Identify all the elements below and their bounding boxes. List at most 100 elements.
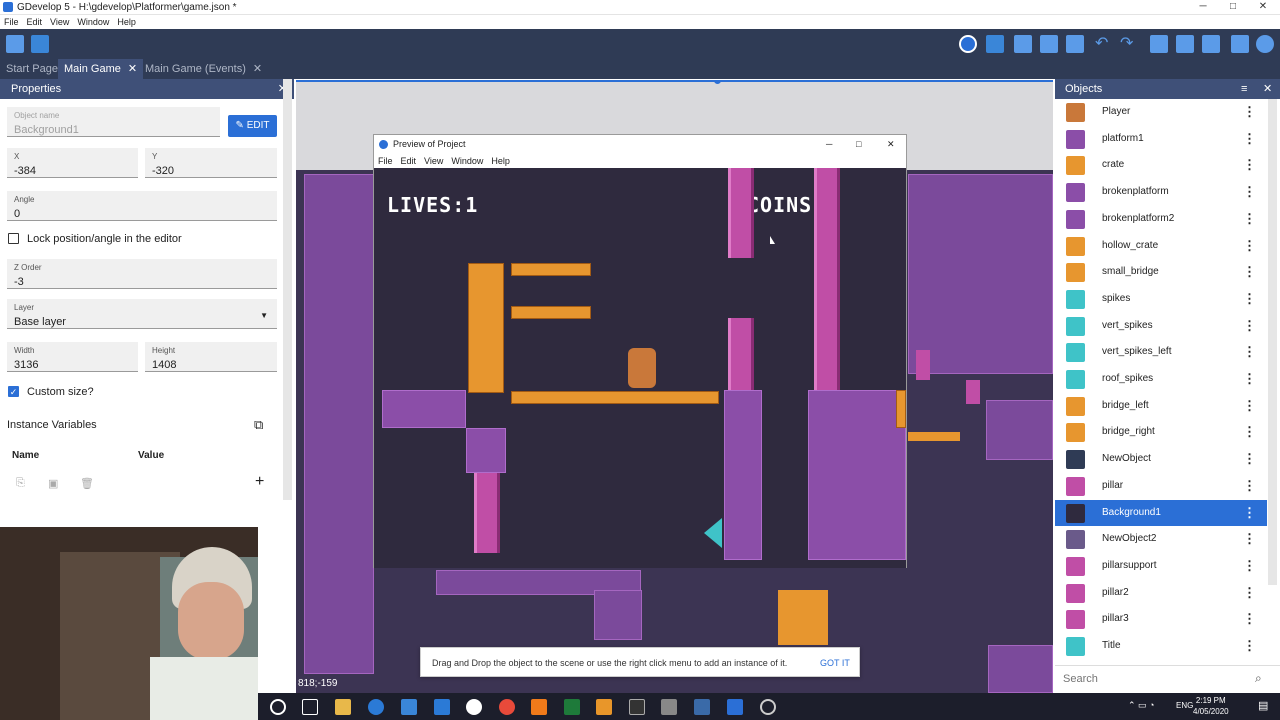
language-indicator[interactable]: ENG — [1176, 701, 1193, 710]
more-options-icon[interactable]: ⋮ — [1243, 131, 1256, 147]
object-list-item[interactable]: vert_spikes ⋮ — [1055, 313, 1267, 339]
menu-edit[interactable]: Edit — [23, 15, 47, 29]
more-options-icon[interactable]: ⋮ — [1243, 558, 1256, 574]
object-list-item[interactable]: vert_spikes_left ⋮ — [1055, 339, 1267, 365]
notifications-icon[interactable]: ▤ — [1258, 699, 1268, 712]
menu-file[interactable]: File — [0, 15, 23, 29]
object-list-item[interactable]: Player ⋮ — [1055, 99, 1267, 125]
copy-icon[interactable]: ⎘ — [16, 477, 25, 490]
object-list-item[interactable]: NewObject ⋮ — [1055, 446, 1267, 472]
x-field[interactable]: X -384 — [7, 148, 138, 178]
scene-icon[interactable] — [31, 35, 49, 53]
more-options-icon[interactable]: ⋮ — [1243, 104, 1256, 120]
preview-menu-window[interactable]: Window — [447, 154, 487, 168]
more-options-icon[interactable]: ⋮ — [1243, 211, 1256, 227]
lock-checkbox[interactable] — [8, 233, 19, 244]
angle-field[interactable]: Angle 0 — [7, 191, 277, 221]
object-list-item[interactable]: bridge_left ⋮ — [1055, 393, 1267, 419]
properties-scrollbar[interactable] — [283, 79, 292, 500]
task-view-icon[interactable] — [302, 699, 318, 715]
object-list-item[interactable]: platform1 ⋮ — [1055, 126, 1267, 152]
object-list-item[interactable]: spikes ⋮ — [1055, 286, 1267, 312]
object-list-item[interactable]: brokenplatform ⋮ — [1055, 179, 1267, 205]
terminal-icon[interactable] — [629, 699, 645, 715]
mail-icon[interactable] — [434, 699, 450, 715]
store-icon[interactable] — [401, 699, 417, 715]
game-canvas[interactable]: LIVES:1 COINS:0 — [374, 168, 906, 568]
object-groups-icon[interactable] — [1014, 35, 1032, 53]
grid-icon[interactable] — [1231, 35, 1249, 53]
height-field[interactable]: Height 1408 — [145, 342, 277, 372]
menu-view[interactable]: View — [46, 15, 73, 29]
more-options-icon[interactable]: ⋮ — [1243, 344, 1256, 360]
object-list-item[interactable]: pillar ⋮ — [1055, 473, 1267, 499]
edge-icon[interactable] — [368, 699, 384, 715]
events-icon[interactable] — [1176, 35, 1194, 53]
object-list-item[interactable]: small_bridge ⋮ — [1055, 259, 1267, 285]
gdevelop-taskbar-icon[interactable] — [727, 699, 743, 715]
filter-icon[interactable]: ≡ — [1241, 79, 1247, 99]
more-options-icon[interactable]: ⋮ — [1243, 238, 1256, 254]
undo-icon[interactable]: ↶ — [1095, 35, 1113, 53]
more-options-icon[interactable]: ⋮ — [1243, 157, 1256, 173]
more-options-icon[interactable]: ⋮ — [1243, 371, 1256, 387]
more-options-icon[interactable]: ⋮ — [1243, 264, 1256, 280]
object-search-input[interactable] — [1063, 670, 1243, 688]
close-window-button[interactable]: ✕ — [1248, 0, 1278, 15]
preview-play-icon[interactable] — [959, 35, 977, 53]
objects-scrollbar[interactable] — [1268, 99, 1277, 585]
more-options-icon[interactable]: ⋮ — [1243, 611, 1256, 627]
object-list-item[interactable]: crate ⋮ — [1055, 152, 1267, 178]
more-options-icon[interactable]: ⋮ — [1243, 291, 1256, 307]
zoom-icon[interactable] — [1256, 35, 1274, 53]
more-options-icon[interactable]: ⋮ — [1243, 531, 1256, 547]
more-options-icon[interactable]: ⋮ — [1243, 398, 1256, 414]
tab-main-game-events[interactable]: Main Game (Events) ✕ — [139, 59, 268, 79]
app-icon[interactable] — [531, 699, 547, 715]
properties-icon[interactable] — [1040, 35, 1058, 53]
redo-icon[interactable]: ↷ — [1120, 35, 1138, 53]
tab-main-game[interactable]: Main Game ✕ — [58, 59, 144, 79]
open-external-icon[interactable]: ⧉ — [254, 417, 263, 433]
object-list-item[interactable]: pillar2 ⋮ — [1055, 580, 1267, 606]
app-icon[interactable] — [661, 699, 677, 715]
custom-size-checkbox[interactable]: ✓ — [8, 386, 19, 397]
more-options-icon[interactable]: ⋮ — [1243, 451, 1256, 467]
more-options-icon[interactable]: ⋮ — [1243, 585, 1256, 601]
more-options-icon[interactable]: ⋮ — [1243, 638, 1256, 654]
object-list-item[interactable]: Background1 ⋮ — [1055, 499, 1267, 526]
minimize-button[interactable]: ─ — [1188, 0, 1218, 15]
more-options-icon[interactable]: ⋮ — [1243, 505, 1256, 521]
delete-icon[interactable]: 🗑 — [80, 477, 94, 490]
object-list-item[interactable]: pillarsupport ⋮ — [1055, 553, 1267, 579]
preview-minimize-button[interactable]: ─ — [826, 135, 832, 154]
paste-icon[interactable]: ▣ — [48, 477, 58, 490]
menu-window[interactable]: Window — [73, 15, 113, 29]
steam-icon[interactable] — [694, 699, 710, 715]
close-icon[interactable]: ✕ — [1263, 79, 1272, 99]
file-explorer-icon[interactable] — [335, 699, 351, 715]
debug-icon[interactable] — [986, 35, 1004, 53]
window-mask-icon[interactable] — [1202, 35, 1220, 53]
preview-close-button[interactable]: ✕ — [887, 135, 895, 154]
project-manager-icon[interactable] — [6, 35, 24, 53]
object-list-item[interactable]: brokenplatform2 ⋮ — [1055, 206, 1267, 232]
search-icon[interactable]: ⌕ — [1255, 671, 1262, 686]
instances-list-icon[interactable] — [1150, 35, 1168, 53]
close-icon[interactable]: ✕ — [128, 63, 137, 75]
menu-help[interactable]: Help — [113, 15, 140, 29]
object-list-item[interactable]: hollow_crate ⋮ — [1055, 233, 1267, 259]
object-list-item[interactable]: NewObject2 ⋮ — [1055, 526, 1267, 552]
preview-menu-view[interactable]: View — [420, 154, 447, 168]
layer-select[interactable]: Layer Base layer ▼ — [7, 299, 277, 329]
more-options-icon[interactable]: ⋮ — [1243, 184, 1256, 200]
preview-menu-help[interactable]: Help — [487, 154, 514, 168]
object-list-item[interactable]: pillar3 ⋮ — [1055, 606, 1267, 632]
more-options-icon[interactable]: ⋮ — [1243, 478, 1256, 494]
close-icon[interactable]: ✕ — [253, 63, 262, 75]
preview-menu-edit[interactable]: Edit — [397, 154, 421, 168]
preview-maximize-button[interactable]: □ — [856, 135, 861, 154]
object-list-item[interactable]: roof_spikes ⋮ — [1055, 366, 1267, 392]
add-variable-button[interactable]: + — [255, 473, 264, 491]
z-order-field[interactable]: Z Order -3 — [7, 259, 277, 289]
